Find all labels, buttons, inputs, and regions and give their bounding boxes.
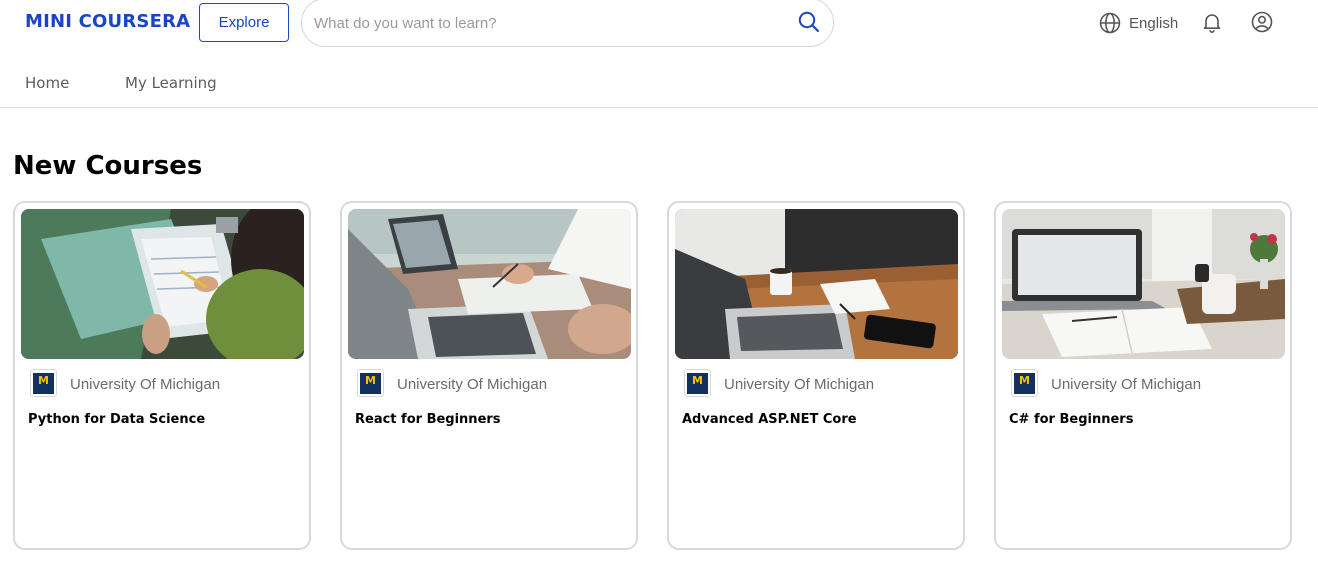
nav-my-learning[interactable]: My Learning xyxy=(125,74,217,92)
partner-logo: M xyxy=(30,369,57,397)
search-bar xyxy=(301,0,834,47)
partner-name: University Of Michigan xyxy=(724,376,875,393)
course-title[interactable]: C# for Beginners xyxy=(1009,412,1133,427)
course-image xyxy=(1002,209,1285,359)
globe-icon xyxy=(1099,12,1121,34)
search-input[interactable] xyxy=(314,12,784,34)
course-card[interactable]: M University Of Michigan C# for Beginner… xyxy=(994,201,1292,550)
partner-name: University Of Michigan xyxy=(397,376,548,393)
course-card[interactable]: M University Of Michigan React for Begin… xyxy=(340,201,638,550)
section-title: New Courses xyxy=(13,151,203,181)
partner-logo: M xyxy=(1011,369,1038,397)
bell-icon[interactable] xyxy=(1201,11,1223,33)
partner-logo: M xyxy=(684,369,711,397)
user-icon[interactable] xyxy=(1251,11,1273,33)
partner-name: University Of Michigan xyxy=(1051,376,1202,393)
course-title[interactable]: Python for Data Science xyxy=(28,412,205,427)
search-icon[interactable] xyxy=(797,10,821,34)
top-bar: MINI COURSERA Explore English xyxy=(0,0,1318,47)
course-title[interactable]: Advanced ASP.NET Core xyxy=(682,412,857,427)
main-nav: Home My Learning xyxy=(0,60,1318,108)
course-image xyxy=(675,209,958,359)
course-card[interactable]: M University Of Michigan Advanced ASP.NE… xyxy=(667,201,965,550)
site-logo[interactable]: MINI COURSERA xyxy=(25,11,190,32)
nav-home[interactable]: Home xyxy=(25,74,69,92)
language-label: English xyxy=(1129,14,1179,32)
course-image xyxy=(21,209,304,359)
explore-button[interactable]: Explore xyxy=(199,3,289,42)
course-image xyxy=(348,209,631,359)
language-selector[interactable]: English xyxy=(1099,11,1178,35)
partner-logo: M xyxy=(357,369,384,397)
course-title[interactable]: React for Beginners xyxy=(355,412,501,427)
partner-name: University Of Michigan xyxy=(70,376,221,393)
course-card[interactable]: M University Of Michigan Python for Data… xyxy=(13,201,311,550)
